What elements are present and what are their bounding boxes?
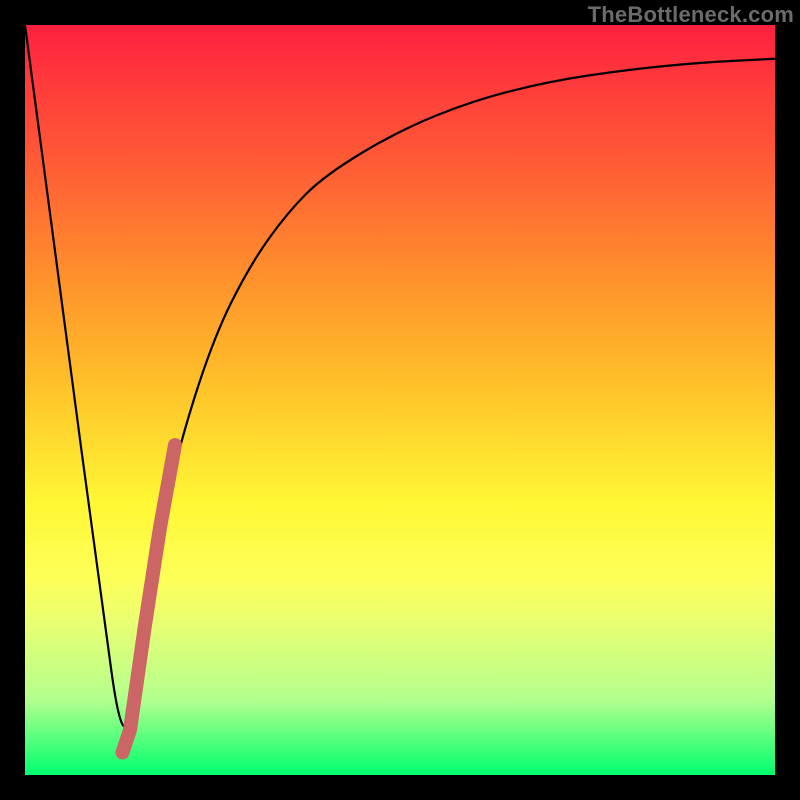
bottleneck-curve-path: [25, 25, 775, 727]
plot-area: [25, 25, 775, 775]
chart-frame: TheBottleneck.com: [0, 0, 800, 800]
recommended-range-path: [123, 445, 176, 753]
curve-layer: [25, 25, 775, 775]
